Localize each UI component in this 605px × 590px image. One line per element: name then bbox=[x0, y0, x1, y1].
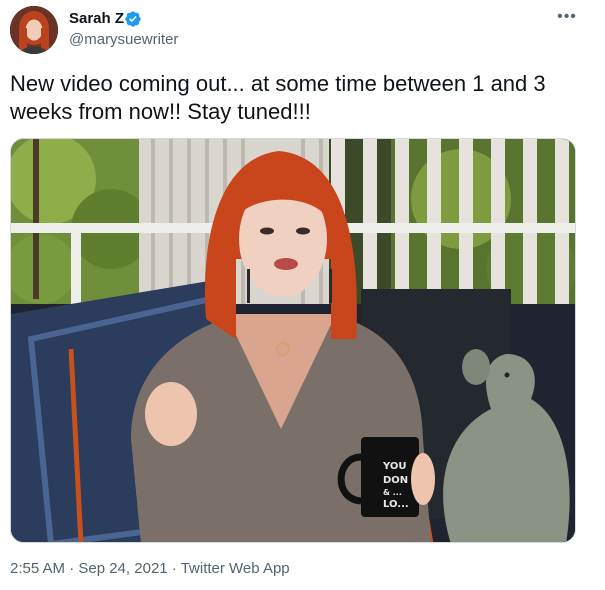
tweet-card: Sarah Z @marysuewriter ••• New video com… bbox=[0, 0, 605, 590]
mug-text-line-4: LO... bbox=[383, 499, 409, 510]
mug-text-line-3: & ... bbox=[383, 488, 402, 497]
tweet-source-app[interactable]: Twitter Web App bbox=[181, 560, 290, 577]
tweet-metadata: 2:55 AM · Sep 24, 2021 · Twitter Web App bbox=[10, 559, 290, 579]
tweet-text: New video coming out... at some time bet… bbox=[10, 71, 546, 124]
mug-text-line-1: YOU bbox=[382, 461, 407, 472]
more-icon[interactable]: ••• bbox=[556, 7, 578, 27]
verified-badge-icon bbox=[125, 11, 141, 27]
tweet-video-thumbnail[interactable]: YOU DON & ... LO... bbox=[10, 138, 576, 543]
meta-separator-2: · bbox=[167, 560, 181, 577]
mug-text-line-2: DON bbox=[383, 475, 408, 486]
avatar[interactable] bbox=[10, 6, 58, 54]
author-handle[interactable]: @marysuewriter bbox=[69, 30, 178, 50]
video-frame-image: YOU DON & ... LO... bbox=[11, 139, 575, 542]
tweet-time[interactable]: 2:55 AM bbox=[10, 560, 65, 577]
tweet-date[interactable]: Sep 24, 2021 bbox=[78, 560, 167, 577]
avatar-image bbox=[10, 6, 58, 54]
meta-separator-1: · bbox=[65, 560, 79, 577]
author-display-name[interactable]: Sarah Z bbox=[69, 9, 124, 29]
